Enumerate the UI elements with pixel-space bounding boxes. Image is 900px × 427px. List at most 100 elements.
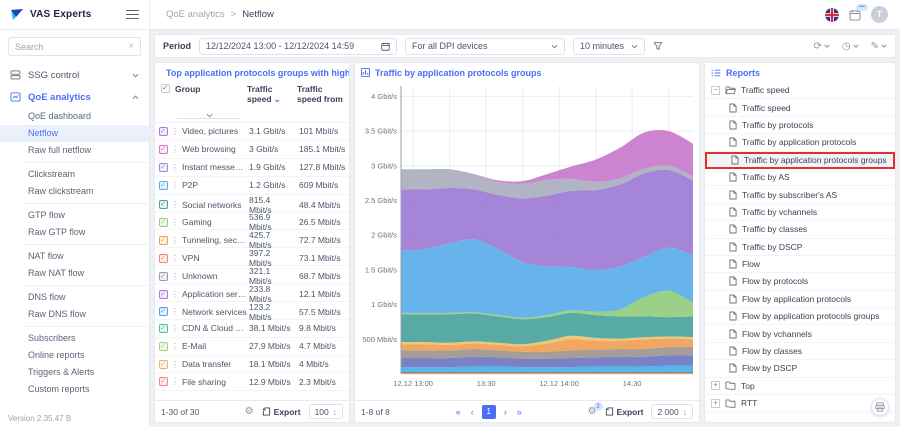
row-menu-kebab-icon[interactable]: ⋮: [171, 290, 179, 299]
row-menu-kebab-icon[interactable]: ⋮: [171, 236, 179, 245]
row-menu-kebab-icon[interactable]: ⋮: [171, 377, 179, 386]
report-item-traffic-by-classes[interactable]: Traffic by classes: [705, 221, 895, 238]
row-checkbox[interactable]: ✓: [159, 127, 168, 136]
table-row-application-servers[interactable]: ✓⋮Application servers233.8 Mbit/s12.1 Mb…: [155, 284, 349, 302]
table-page-size-select[interactable]: 100 ↓: [309, 404, 343, 419]
group-filter-input[interactable]: [177, 107, 241, 119]
sidebar-item-subscribers[interactable]: Subscribers: [0, 330, 149, 347]
report-item-rtt[interactable]: +RTT: [705, 395, 895, 412]
sidebar-section-ssg-control[interactable]: SSG control: [0, 64, 149, 86]
column-header-speed[interactable]: Traffic speed⌄: [245, 84, 295, 105]
row-menu-kebab-icon[interactable]: ⋮: [171, 163, 179, 172]
table-row-video-pictures[interactable]: ✓⋮Video, pictures3.1 Gbit/s101 Mbit/s: [155, 123, 349, 141]
table-row-vpn[interactable]: ✓⋮VPN397.2 Mbit/s73.1 Mbit/s: [155, 248, 349, 266]
row-menu-kebab-icon[interactable]: ⋮: [171, 254, 179, 263]
refresh-dropdown[interactable]: ⟳: [813, 41, 829, 52]
report-item-traffic-by-dscp[interactable]: Traffic by DSCP: [705, 239, 895, 256]
chart-export-button[interactable]: Export: [605, 407, 644, 417]
search-clear-icon[interactable]: ×: [128, 41, 134, 52]
sort-descending-icon[interactable]: ⌄: [274, 94, 281, 104]
row-checkbox[interactable]: ✓: [159, 324, 168, 333]
sidebar-item-dns-flow[interactable]: DNS flow: [0, 289, 149, 306]
sidebar-item-netflow[interactable]: Netflow: [0, 125, 149, 142]
row-checkbox[interactable]: ✓: [159, 181, 168, 190]
report-item-flow[interactable]: Flow: [705, 256, 895, 273]
report-item-traffic-by-protocols[interactable]: Traffic by protocols: [705, 117, 895, 134]
dpi-devices-select[interactable]: For all DPI devices: [405, 38, 565, 55]
sidebar-item-custom-reports[interactable]: Custom reports: [0, 381, 149, 398]
select-all-checkbox[interactable]: ✓: [161, 84, 170, 93]
sidebar-item-nat-flow[interactable]: NAT flow: [0, 248, 149, 265]
table-row-instant-messengers[interactable]: ✓⋮Instant messengers1.9 Gbit/s127.8 Mbit…: [155, 159, 349, 177]
report-item-traffic-by-application-protocols[interactable]: Traffic by application protocols: [705, 134, 895, 151]
first-page-button[interactable]: «: [454, 407, 463, 417]
row-menu-kebab-icon[interactable]: ⋮: [171, 127, 179, 136]
report-item-flow-by-protocols[interactable]: Flow by protocols: [705, 273, 895, 290]
table-row-network-services[interactable]: ✓⋮Network services123.2 Mbit/s57.5 Mbit/…: [155, 302, 349, 320]
row-menu-kebab-icon[interactable]: ⋮: [171, 145, 179, 154]
report-item-traffic-speed[interactable]: −Traffic speed: [705, 82, 895, 99]
row-menu-kebab-icon[interactable]: ⋮: [171, 342, 179, 351]
table-row-e-mail[interactable]: ✓⋮E-Mail27.9 Mbit/s4.7 Mbit/s: [155, 338, 349, 356]
hamburger-menu-icon[interactable]: [126, 7, 139, 22]
report-item-traffic-by-vchannels[interactable]: Traffic by vchannels: [705, 204, 895, 221]
row-checkbox[interactable]: ✓: [159, 200, 168, 209]
filter-funnel-icon[interactable]: [653, 41, 663, 51]
table-row-p2p[interactable]: ✓⋮P2P1.2 Gbit/s609 Mbit/s: [155, 177, 349, 195]
notifications-icon[interactable]: •••: [849, 9, 861, 21]
row-checkbox[interactable]: ✓: [159, 342, 168, 351]
language-flag-icon[interactable]: [825, 8, 839, 22]
table-row-social-networks[interactable]: ✓⋮Social networks815.4 Mbit/s48.4 Mbit/s: [155, 195, 349, 213]
table-settings-gear-icon[interactable]: ⚙: [245, 406, 254, 417]
column-header-group[interactable]: Group: [173, 84, 245, 94]
sidebar-item-clickstream[interactable]: Clickstream: [0, 166, 149, 183]
print-button[interactable]: [871, 398, 889, 416]
table-row-tunneling-secure-ssl[interactable]: ✓⋮Tunneling, secure, ssl,425.7 Mbit/s72.…: [155, 230, 349, 248]
sidebar-item-qoe-dashboard[interactable]: QoE dashboard: [0, 108, 149, 125]
timer-dropdown[interactable]: ◷: [842, 41, 859, 52]
last-page-button[interactable]: »: [515, 407, 524, 417]
row-checkbox[interactable]: ✓: [159, 163, 168, 172]
sidebar-item-gtp-flow[interactable]: GTP flow: [0, 207, 149, 224]
collapse-icon[interactable]: −: [711, 86, 720, 95]
search-input[interactable]: [15, 42, 128, 52]
table-row-unknown[interactable]: ✓⋮Unknown321.1 Mbit/s68.7 Mbit/s: [155, 266, 349, 284]
report-item-traffic-speed[interactable]: Traffic speed: [705, 99, 895, 116]
report-item-flow-by-vchannels[interactable]: Flow by vchannels: [705, 325, 895, 342]
row-menu-kebab-icon[interactable]: ⋮: [171, 218, 179, 227]
report-item-flow-by-classes[interactable]: Flow by classes: [705, 343, 895, 360]
sidebar-item-triggers-alerts[interactable]: Triggers & Alerts: [0, 364, 149, 381]
row-menu-kebab-icon[interactable]: ⋮: [171, 324, 179, 333]
row-checkbox[interactable]: ✓: [159, 307, 168, 316]
breadcrumb-root[interactable]: QoE analytics: [166, 9, 225, 20]
interval-select[interactable]: 10 minutes: [573, 38, 645, 55]
chart-page-size-select[interactable]: 2 000 ↓: [651, 404, 693, 419]
table-row-data-transfer[interactable]: ✓⋮Data transfer18.1 Mbit/s4 Mbit/s: [155, 356, 349, 374]
sidebar-item-raw-full-netflow[interactable]: Raw full netflow: [0, 142, 149, 159]
table-row-cdn-cloud-services[interactable]: ✓⋮CDN & Cloud services38.1 Mbit/s9.8 Mbi…: [155, 320, 349, 338]
row-checkbox[interactable]: ✓: [159, 290, 168, 299]
row-checkbox[interactable]: ✓: [159, 377, 168, 386]
row-menu-kebab-icon[interactable]: ⋮: [171, 360, 179, 369]
row-menu-kebab-icon[interactable]: ⋮: [171, 307, 179, 316]
table-export-button[interactable]: Export: [262, 407, 301, 417]
current-page-button[interactable]: 1: [482, 405, 496, 419]
table-row-file-sharing[interactable]: ✓⋮File sharing12.9 Mbit/s2.3 Mbit/s: [155, 373, 349, 391]
report-item-flow-by-application-protocols-groups[interactable]: Flow by application protocols groups: [705, 308, 895, 325]
column-header-speed-from[interactable]: Traffic speed from: [295, 84, 347, 104]
row-checkbox[interactable]: ✓: [159, 145, 168, 154]
row-menu-kebab-icon[interactable]: ⋮: [171, 181, 179, 190]
row-menu-kebab-icon[interactable]: ⋮: [171, 272, 179, 281]
sidebar-item-raw-dns-flow[interactable]: Raw DNS flow: [0, 306, 149, 323]
row-checkbox[interactable]: ✓: [159, 272, 168, 281]
sidebar-item-raw-nat-flow[interactable]: Raw NAT flow: [0, 265, 149, 282]
row-checkbox[interactable]: ✓: [159, 360, 168, 369]
expand-icon[interactable]: +: [711, 399, 720, 408]
report-item-flow-by-application-protocols[interactable]: Flow by application protocols: [705, 291, 895, 308]
expand-icon[interactable]: +: [711, 381, 720, 390]
row-checkbox[interactable]: ✓: [159, 218, 168, 227]
row-menu-kebab-icon[interactable]: ⋮: [171, 200, 179, 209]
report-item-traffic-by-as[interactable]: Traffic by AS: [705, 169, 895, 186]
row-checkbox[interactable]: ✓: [159, 236, 168, 245]
report-item-traffic-by-application-protocols-groups[interactable]: Traffic by application protocols groups: [705, 152, 895, 169]
